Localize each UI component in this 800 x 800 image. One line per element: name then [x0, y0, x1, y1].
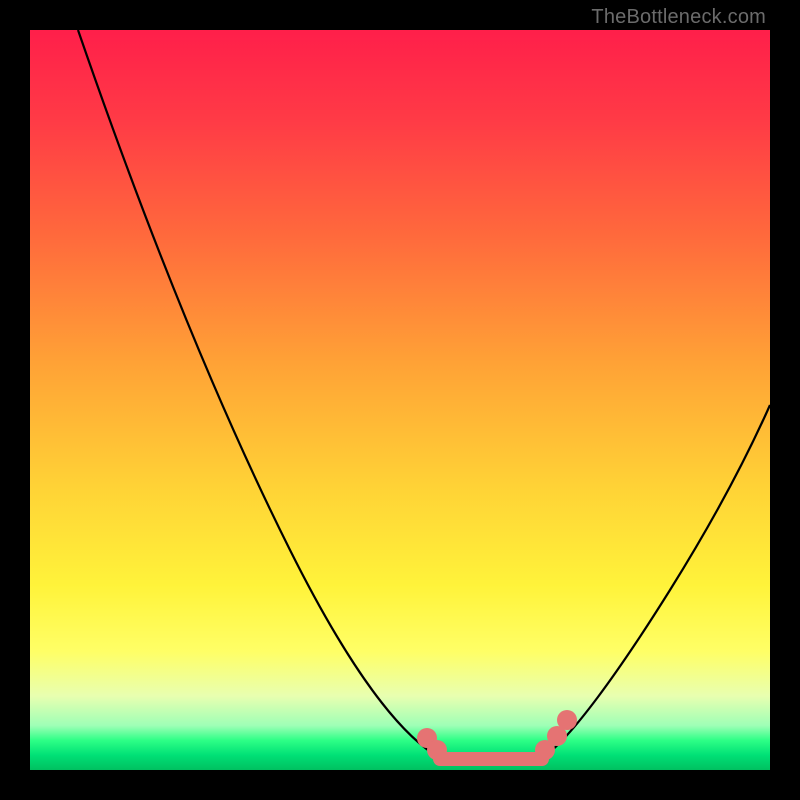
- curve-left-branch: [78, 30, 440, 758]
- plot-area: [30, 30, 770, 770]
- chart-frame: TheBottleneck.com: [0, 0, 800, 800]
- marker-dot: [557, 710, 577, 730]
- curve-right-branch: [542, 405, 770, 758]
- plot-svg: [30, 30, 770, 770]
- marker-dot: [427, 740, 447, 760]
- watermark-text: TheBottleneck.com: [591, 6, 766, 29]
